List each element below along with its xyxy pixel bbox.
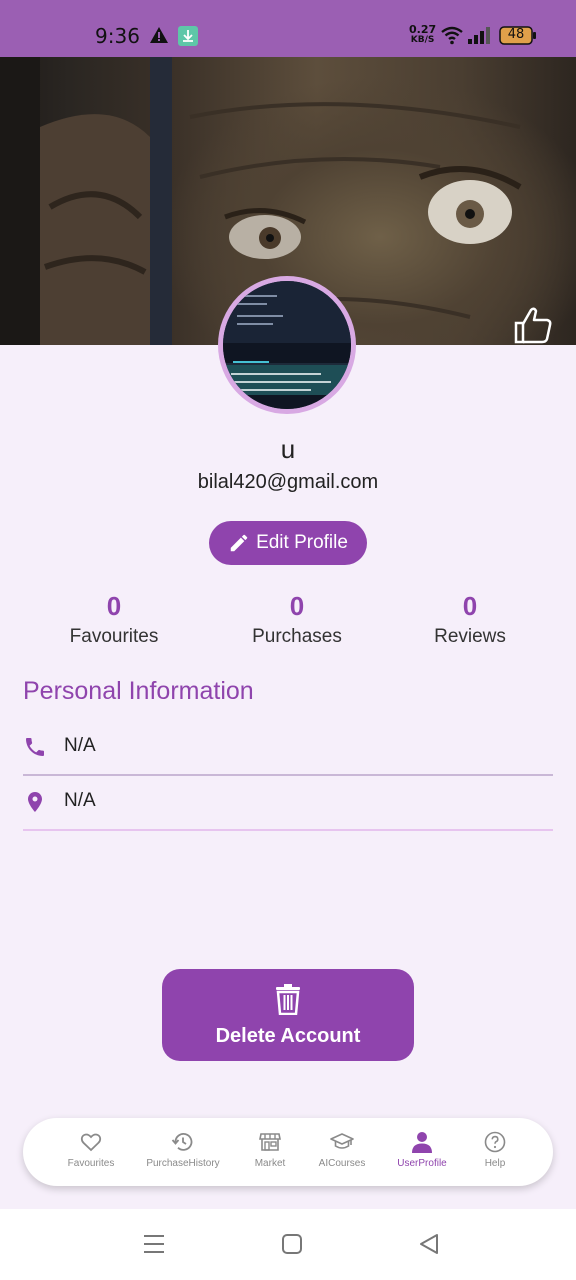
system-navigation-bar — [0, 1209, 576, 1280]
location-value: N/A — [64, 790, 96, 811]
stat-favourites-label: Favourites — [69, 626, 159, 647]
nav-help[interactable]: Help — [450, 1130, 540, 1169]
menu-icon[interactable] — [143, 1233, 165, 1255]
trash-icon — [276, 984, 300, 1015]
stat-purchases[interactable]: 0 Purchases — [202, 590, 392, 648]
signal-icon — [468, 27, 490, 44]
edit-profile-label: Edit Profile — [256, 532, 348, 553]
nav-ai-courses[interactable]: AICourses — [297, 1130, 387, 1169]
delete-account-label: Delete Account — [215, 1025, 361, 1047]
graduation-cap-icon — [330, 1133, 354, 1149]
pencil-icon — [230, 534, 248, 552]
history-icon — [171, 1133, 193, 1151]
store-icon — [259, 1133, 281, 1151]
stat-reviews-label: Reviews — [434, 626, 506, 647]
back-icon[interactable] — [418, 1233, 440, 1255]
user-email: bilal420@gmail.com — [197, 471, 379, 493]
status-bar: 9:36 0.27 KB/S 48 — [0, 0, 576, 57]
status-time: 9:36 — [95, 24, 140, 48]
wifi-icon — [441, 26, 463, 45]
divider — [23, 774, 553, 776]
person-icon — [412, 1132, 432, 1153]
location-icon — [28, 792, 42, 812]
help-icon — [484, 1131, 506, 1153]
location-row: N/A — [23, 778, 553, 834]
stat-favourites-value: 0 — [106, 591, 122, 621]
phone-value: N/A — [64, 735, 96, 756]
phone-row: N/A — [23, 723, 553, 779]
bottom-navigation: Favourites PurchaseHistory Market AICour… — [23, 1118, 553, 1186]
stat-purchases-value: 0 — [289, 591, 305, 621]
stat-favourites[interactable]: 0 Favourites — [19, 590, 209, 648]
battery-level: 48 — [507, 27, 525, 42]
network-speed: 0.27 KB/S — [409, 23, 437, 45]
phone-icon — [26, 738, 44, 756]
divider — [23, 829, 553, 831]
username: u — [280, 434, 296, 464]
heart-icon — [80, 1133, 102, 1152]
nav-purchase-history[interactable]: PurchaseHistory — [138, 1130, 228, 1169]
download-icon — [178, 26, 198, 46]
home-icon[interactable] — [281, 1233, 303, 1255]
like-icon[interactable] — [512, 305, 554, 345]
edit-profile-button[interactable]: Edit Profile — [209, 521, 367, 565]
stat-reviews[interactable]: 0 Reviews — [375, 590, 565, 648]
stat-purchases-label: Purchases — [252, 626, 342, 647]
warning-icon — [150, 27, 168, 43]
delete-account-button[interactable]: Delete Account — [162, 969, 414, 1061]
personal-info-title: Personal Information — [23, 677, 254, 705]
nav-favourites[interactable]: Favourites — [46, 1130, 136, 1169]
avatar[interactable] — [218, 276, 356, 414]
stat-reviews-value: 0 — [462, 591, 478, 621]
